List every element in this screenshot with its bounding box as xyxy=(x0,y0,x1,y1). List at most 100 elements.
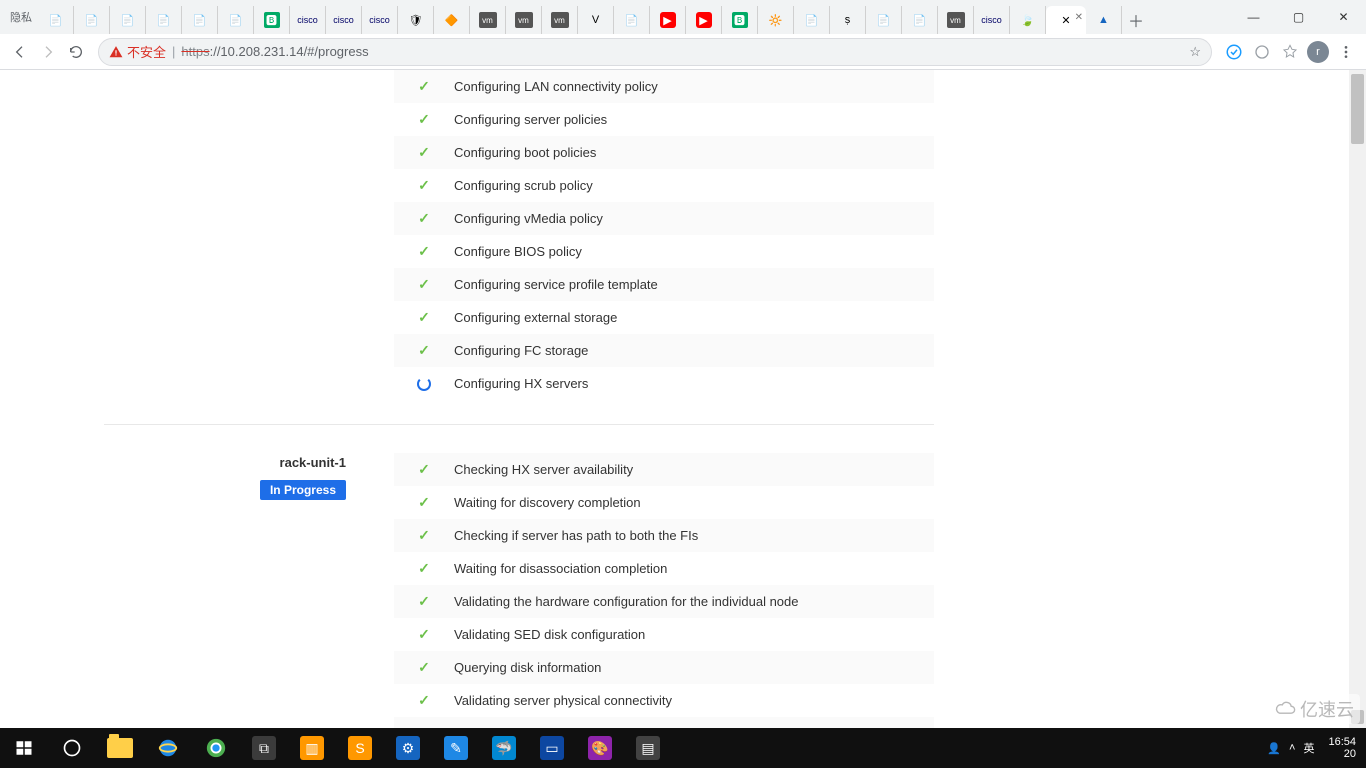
browser-tab[interactable]: vm xyxy=(938,6,974,34)
tray-chevron-icon[interactable]: ˄ xyxy=(1289,742,1295,754)
tray-people-icon[interactable]: 👤 xyxy=(1267,742,1281,755)
browser-tab[interactable]: cisco xyxy=(362,6,398,34)
check-icon: ✓ xyxy=(394,342,454,359)
profile-button[interactable]: r xyxy=(1304,38,1332,66)
url-scheme: https xyxy=(181,44,209,59)
browser-tab[interactable]: 📄 xyxy=(614,6,650,34)
progress-step: ✓Configuring server policies xyxy=(394,103,934,136)
tray-ime[interactable]: 英 xyxy=(1303,740,1314,756)
vertical-scrollbar[interactable] xyxy=(1349,70,1366,728)
browser-tab[interactable]: 📄 xyxy=(182,6,218,34)
cortana-button[interactable] xyxy=(48,728,96,768)
browser-tab[interactable]: ṣ xyxy=(830,6,866,34)
taskbar-wireshark[interactable]: 🦈 xyxy=(480,728,528,768)
browser-tab[interactable]: 📄 xyxy=(38,6,74,34)
taskbar-explorer[interactable] xyxy=(96,728,144,768)
taskbar-app-1[interactable]: ⧉ xyxy=(240,728,288,768)
address-bar[interactable]: 不安全 | https ://10.208.231.14/#/progress … xyxy=(98,38,1212,66)
step-label: Configuring server policies xyxy=(454,112,607,127)
progress-step: ✓Querying disk information xyxy=(394,651,934,684)
scrollbar-thumb[interactable] xyxy=(1351,74,1364,144)
browser-menu-button[interactable] xyxy=(1332,38,1360,66)
browser-tab[interactable]: 🍃 xyxy=(1010,6,1046,34)
tab-favicon-icon: 📄 xyxy=(912,12,928,28)
browser-tab[interactable]: 🅱 xyxy=(254,6,290,34)
tab-favicon-icon: vm xyxy=(947,12,965,28)
reload-button[interactable] xyxy=(62,38,90,66)
window-minimize-button[interactable]: ― xyxy=(1231,0,1276,34)
browser-tab[interactable]: vm xyxy=(470,6,506,34)
steps-list: ✓Configuring LAN connectivity policy✓Con… xyxy=(394,70,934,400)
back-button[interactable] xyxy=(6,38,34,66)
incognito-badge: 隐私 xyxy=(4,9,38,25)
tab-favicon-icon: cisco xyxy=(300,12,316,28)
browser-tab[interactable]: 🛡 xyxy=(398,6,434,34)
bookmark-star-icon[interactable]: ☆ xyxy=(1189,44,1201,60)
taskbar-chrome[interactable] xyxy=(192,728,240,768)
browser-tab[interactable]: 📄 xyxy=(110,6,146,34)
window-maximize-button[interactable]: ▢ xyxy=(1276,0,1321,34)
browser-tab[interactable]: ▶ xyxy=(686,6,722,34)
extension-icon-2[interactable] xyxy=(1248,38,1276,66)
browser-tab[interactable]: ✕✕ xyxy=(1046,6,1086,34)
tab-favicon-icon: 🍃 xyxy=(1020,12,1036,28)
check-icon: ✓ xyxy=(394,309,454,326)
progress-page: ✓Configuring LAN connectivity policy✓Con… xyxy=(104,70,934,728)
step-label: Configure BIOS policy xyxy=(454,244,582,259)
tab-favicon-icon: cisco xyxy=(372,12,388,28)
tray-clock[interactable]: 16:54 20 xyxy=(1322,736,1362,760)
step-label: Configuring scrub policy xyxy=(454,178,593,193)
browser-tab[interactable]: V xyxy=(578,6,614,34)
progress-step: ✓Validating SED disk configuration xyxy=(394,618,934,651)
window-close-button[interactable]: ✕ xyxy=(1321,0,1366,34)
browser-tab[interactable]: 🔶 xyxy=(434,6,470,34)
progress-step: ✓Validating the hardware configuration f… xyxy=(394,585,934,618)
browser-tab[interactable]: ▶ xyxy=(650,6,686,34)
step-label: Waiting for disassociation completion xyxy=(454,561,667,576)
progress-step: Configuring HX servers xyxy=(394,367,934,400)
step-label: Configuring vMedia policy xyxy=(454,211,603,226)
check-icon: ✓ xyxy=(394,144,454,161)
taskbar-app-2[interactable]: ▥ xyxy=(288,728,336,768)
extension-icon-1[interactable] xyxy=(1220,38,1248,66)
check-icon: ✓ xyxy=(394,111,454,128)
check-icon: ✓ xyxy=(394,177,454,194)
browser-tab[interactable]: 📄 xyxy=(218,6,254,34)
tab-favicon-icon: 📄 xyxy=(120,12,136,28)
browser-tab[interactable]: 📄 xyxy=(902,6,938,34)
step-label: Validating server physical connectivity xyxy=(454,693,672,708)
forward-button[interactable] xyxy=(34,38,62,66)
browser-tab[interactable]: 📄 xyxy=(794,6,830,34)
browser-tab[interactable]: vm xyxy=(506,6,542,34)
browser-tab[interactable]: cisco xyxy=(974,6,1010,34)
browser-tab[interactable]: 🔆 xyxy=(758,6,794,34)
browser-tab[interactable]: cisco xyxy=(290,6,326,34)
browser-tab[interactable]: 🅱 xyxy=(722,6,758,34)
browser-tab[interactable]: 📄 xyxy=(866,6,902,34)
taskbar-app-3[interactable]: ⚙ xyxy=(384,728,432,768)
step-label: Configuring external storage xyxy=(454,310,617,325)
taskbar-app-6[interactable]: 🎨 xyxy=(576,728,624,768)
start-button[interactable] xyxy=(0,728,48,768)
taskbar-app-7[interactable]: ▤ xyxy=(624,728,672,768)
check-icon: ✓ xyxy=(394,527,454,544)
new-tab-button[interactable]: ＋ xyxy=(1122,6,1150,34)
browser-tab[interactable]: ▲ xyxy=(1086,6,1122,34)
tab-favicon-icon: vm xyxy=(515,12,533,28)
extension-icon-3[interactable] xyxy=(1276,38,1304,66)
tab-favicon-icon: 📄 xyxy=(228,12,244,28)
check-icon: ✓ xyxy=(394,461,454,478)
address-separator: | xyxy=(172,44,175,59)
browser-tab[interactable]: 📄 xyxy=(146,6,182,34)
browser-tab[interactable]: cisco xyxy=(326,6,362,34)
taskbar-app-5[interactable]: ▭ xyxy=(528,728,576,768)
browser-tab[interactable]: 📄 xyxy=(74,6,110,34)
taskbar-sublime[interactable]: S xyxy=(336,728,384,768)
browser-tab[interactable]: vm xyxy=(542,6,578,34)
tab-close-icon[interactable]: ✕ xyxy=(1075,12,1083,23)
progress-step: ✓Configure BIOS policy xyxy=(394,235,934,268)
taskbar-ie[interactable] xyxy=(144,728,192,768)
warning-icon xyxy=(109,45,123,59)
taskbar-app-4[interactable]: ✎ xyxy=(432,728,480,768)
tab-favicon-icon: 🅱 xyxy=(264,12,280,28)
